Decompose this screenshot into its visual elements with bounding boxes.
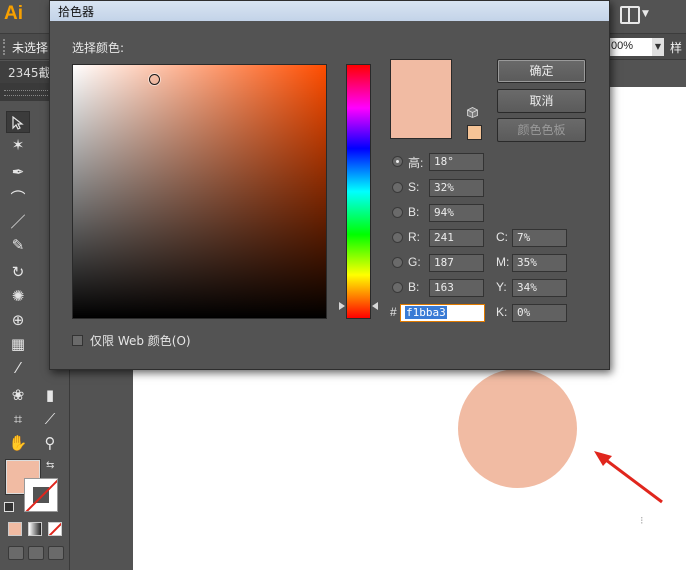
rotate-tool-icon[interactable]: ↻ bbox=[6, 261, 30, 283]
draw-inside-icon[interactable] bbox=[48, 546, 64, 560]
hue-slider[interactable] bbox=[346, 64, 371, 319]
cyan-input[interactable]: 7% bbox=[512, 229, 567, 247]
selection-status: 未选择 bbox=[12, 41, 49, 55]
canvas-mark: ⁝ bbox=[640, 514, 644, 527]
gradient-mode-button[interactable] bbox=[28, 522, 42, 536]
zoom-tool-icon[interactable]: ⚲ bbox=[38, 432, 62, 454]
color-picker-dialog: 拾色器 选择颜色: 确定 取消 颜色色板 高: 18° S: 32% B: 94… bbox=[49, 0, 610, 370]
web-only-label: 仅限 Web 颜色(O) bbox=[90, 334, 191, 348]
hex-field-row: # f1bba3 bbox=[390, 304, 490, 322]
dialog-titlebar[interactable]: 拾色器 bbox=[50, 1, 609, 21]
black-input[interactable]: 0% bbox=[512, 304, 567, 322]
dialog-title: 拾色器 bbox=[58, 5, 95, 19]
blue-field-row: B: 163 bbox=[392, 279, 492, 297]
web-safe-color-swatch[interactable] bbox=[467, 125, 482, 140]
brightness-radio[interactable] bbox=[392, 207, 403, 218]
color-swatches-button[interactable]: 颜色色板 bbox=[497, 118, 586, 142]
magenta-label: M: bbox=[496, 255, 510, 269]
green-input[interactable]: 187 bbox=[429, 254, 484, 272]
web-only-checkbox[interactable] bbox=[72, 335, 83, 346]
document-tab[interactable]: 2345截 bbox=[0, 61, 50, 83]
hue-slider-right-arrow[interactable] bbox=[372, 302, 378, 311]
select-color-label: 选择颜色: bbox=[72, 41, 125, 55]
workspace-switcher-icon[interactable] bbox=[620, 6, 640, 24]
none-mode-button[interactable] bbox=[48, 522, 62, 536]
green-field-row: G: 187 bbox=[392, 254, 492, 272]
red-input[interactable]: 241 bbox=[429, 229, 484, 247]
black-label: K: bbox=[496, 305, 508, 319]
blue-label: B: bbox=[408, 280, 420, 294]
magic-wand-icon[interactable]: ✶ bbox=[6, 134, 30, 156]
hand-tool-icon[interactable]: ✋ bbox=[6, 432, 30, 454]
paintbrush-tool-icon[interactable]: ／ bbox=[6, 211, 30, 233]
opacity-dropdown-button[interactable]: ▼ bbox=[652, 38, 664, 56]
hue-label: 高: bbox=[408, 156, 424, 170]
color-mode-button[interactable] bbox=[8, 522, 22, 536]
stroke-color-swatch[interactable] bbox=[24, 478, 58, 512]
column-graph-icon[interactable]: ▮ bbox=[38, 384, 62, 406]
hex-input[interactable]: f1bba3 bbox=[400, 304, 485, 322]
red-field-row: R: 241 bbox=[392, 229, 492, 247]
swap-fill-stroke-icon[interactable]: ⇆ bbox=[46, 460, 54, 471]
blob-brush-icon[interactable]: ✎ bbox=[6, 234, 30, 256]
chevron-down-icon[interactable]: ▼ bbox=[642, 9, 649, 19]
draw-behind-icon[interactable] bbox=[28, 546, 44, 560]
shape-builder-icon[interactable]: ⊕ bbox=[6, 309, 30, 331]
brightness-input[interactable]: 94% bbox=[429, 204, 484, 222]
black-field-row: K: 0% bbox=[496, 304, 571, 322]
saturation-field-row: S: 32% bbox=[392, 179, 492, 197]
magenta-field-row: M: 35% bbox=[496, 254, 571, 272]
annotation-arrow bbox=[594, 451, 663, 504]
hex-label: # bbox=[390, 305, 397, 319]
panel-grip[interactable] bbox=[3, 39, 7, 55]
saturation-input[interactable]: 32% bbox=[429, 179, 484, 197]
yellow-field-row: Y: 34% bbox=[496, 279, 571, 297]
slice-tool-icon[interactable]: ⟋ bbox=[38, 408, 62, 430]
symbol-sprayer-icon[interactable]: ❀ bbox=[6, 384, 30, 406]
pen-tool-icon[interactable]: ✒ bbox=[6, 161, 30, 183]
saturation-radio[interactable] bbox=[392, 182, 403, 193]
saturation-brightness-field[interactable] bbox=[72, 64, 327, 319]
cyan-field-row: C: 7% bbox=[496, 229, 571, 247]
brightness-label: B: bbox=[408, 205, 420, 219]
draw-normal-icon[interactable] bbox=[8, 546, 24, 560]
new-color-preview bbox=[390, 59, 452, 139]
warp-tool-icon[interactable]: ✺ bbox=[6, 285, 30, 307]
blue-radio[interactable] bbox=[392, 282, 403, 293]
green-label: G: bbox=[408, 255, 421, 269]
green-radio[interactable] bbox=[392, 257, 403, 268]
ok-button[interactable]: 确定 bbox=[497, 59, 586, 83]
eyedropper-icon[interactable]: ⁄ bbox=[6, 357, 30, 379]
default-colors-icon[interactable] bbox=[4, 502, 14, 512]
style-label[interactable]: 样 bbox=[670, 39, 682, 56]
hex-value: f1bba3 bbox=[405, 306, 447, 319]
artboard-tool-icon[interactable]: ⌗ bbox=[6, 408, 30, 430]
arc-tool-icon[interactable]: ⌒ bbox=[6, 187, 30, 209]
yellow-label: Y: bbox=[496, 280, 507, 294]
cyan-label: C: bbox=[496, 230, 508, 244]
color-field-marker[interactable] bbox=[148, 74, 160, 86]
ai-logo: Ai bbox=[4, 3, 23, 24]
saturation-label: S: bbox=[408, 180, 420, 194]
hue-radio[interactable] bbox=[392, 156, 403, 167]
hue-field-row: 高: 18° bbox=[392, 153, 492, 171]
cancel-button[interactable]: 取消 bbox=[497, 89, 586, 113]
hue-slider-left-arrow[interactable] bbox=[339, 302, 345, 311]
blue-input[interactable]: 163 bbox=[429, 279, 484, 297]
peach-circle-shape[interactable] bbox=[458, 369, 577, 488]
yellow-input[interactable]: 34% bbox=[512, 279, 567, 297]
artboard-top-right bbox=[610, 87, 686, 370]
perspective-grid-icon[interactable]: ▦ bbox=[6, 333, 30, 355]
red-label: R: bbox=[408, 230, 420, 244]
red-radio[interactable] bbox=[392, 232, 403, 243]
brightness-field-row: B: 94% bbox=[392, 204, 492, 222]
tools-panel-header[interactable] bbox=[0, 83, 52, 101]
cube-icon[interactable] bbox=[467, 107, 478, 118]
selection-tool-icon[interactable] bbox=[6, 111, 30, 133]
hue-input[interactable]: 18° bbox=[429, 153, 484, 171]
magenta-input[interactable]: 35% bbox=[512, 254, 567, 272]
opacity-input[interactable]: 00% bbox=[608, 38, 652, 56]
